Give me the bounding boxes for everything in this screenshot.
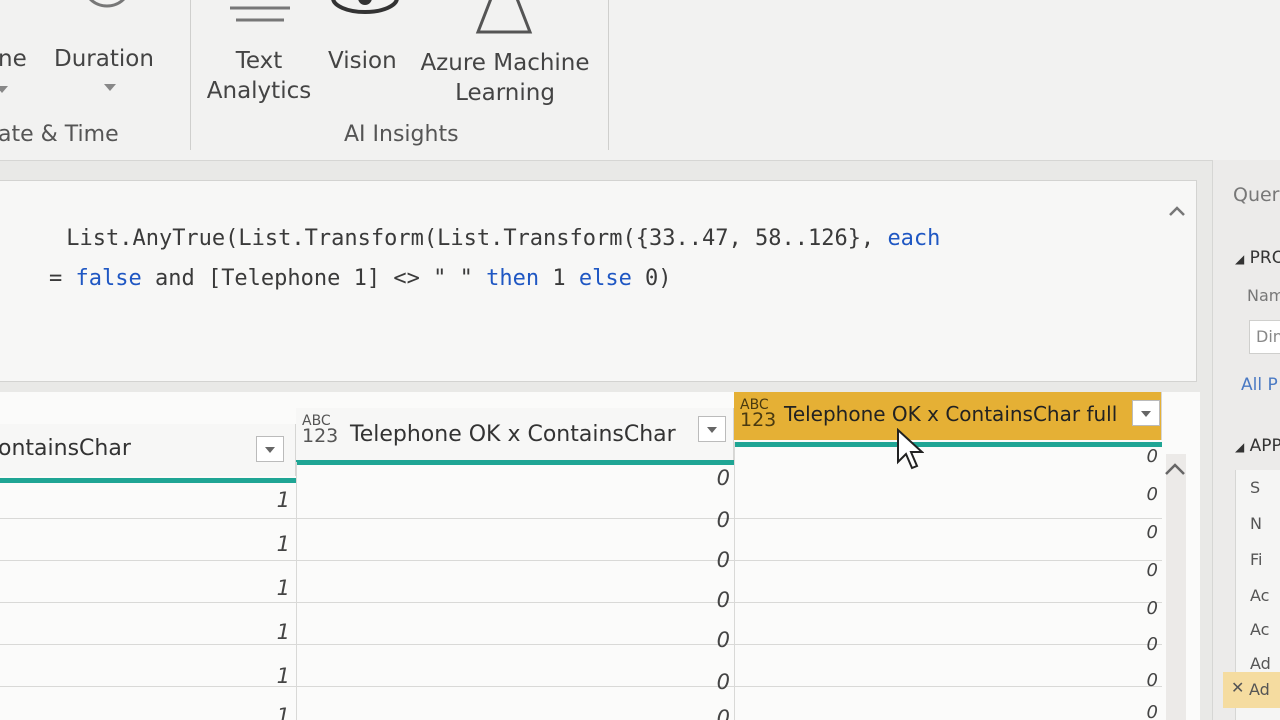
vision-button[interactable]: Vision bbox=[328, 46, 397, 76]
table-cell[interactable]: 0 bbox=[690, 706, 730, 720]
azure-ml-line2: Learning bbox=[455, 80, 555, 106]
formula-bar[interactable]: List.AnyTrue(List.Transform(List.Transfo… bbox=[0, 180, 1197, 382]
table-cell[interactable]: 0 bbox=[1118, 484, 1158, 505]
column-filter-button[interactable] bbox=[698, 416, 726, 442]
divider bbox=[190, 0, 191, 150]
applied-step[interactable]: Fi bbox=[1250, 550, 1262, 569]
formula-text: and [Telephone 1] <> " " bbox=[141, 266, 487, 291]
table-cell[interactable]: 0 bbox=[690, 466, 730, 490]
column-filter-button[interactable] bbox=[256, 436, 284, 462]
selected-applied-step[interactable]: ✕ Ad bbox=[1223, 672, 1280, 708]
column-name: Telephone OK x ContainsChar bbox=[350, 422, 676, 447]
type-badge-bottom: 123 bbox=[740, 409, 777, 431]
formula-keyword: each bbox=[887, 226, 941, 251]
row-divider bbox=[0, 686, 1162, 687]
formula-keyword: false bbox=[75, 266, 142, 291]
duration-icon bbox=[80, 0, 134, 28]
name-label: Nam bbox=[1247, 286, 1280, 305]
duration-button[interactable]: Duration bbox=[54, 44, 154, 74]
all-properties-link[interactable]: All P bbox=[1241, 375, 1278, 395]
column-quality-bar bbox=[734, 442, 1162, 447]
column-quality-bar bbox=[296, 460, 734, 465]
type-any-icon[interactable]: ABC 123 bbox=[302, 414, 339, 447]
applied-steps-label: APPL bbox=[1249, 436, 1280, 456]
mouse-cursor-icon bbox=[896, 427, 925, 476]
data-grid[interactable]: ontainsChar ABC 123 Telephone OK x Conta… bbox=[0, 392, 1200, 720]
table-cell[interactable]: 1 bbox=[250, 576, 290, 600]
table-cell[interactable]: 0 bbox=[1118, 702, 1158, 720]
row-divider bbox=[0, 518, 1162, 519]
table-cell[interactable]: 1 bbox=[250, 488, 290, 512]
formula-text: 1 bbox=[539, 266, 579, 291]
collapse-triangle-icon: ◢ bbox=[1235, 440, 1245, 454]
type-any-icon[interactable]: ABC 123 bbox=[740, 398, 777, 431]
chevron-down-icon[interactable] bbox=[0, 86, 8, 93]
table-cell[interactable]: 0 bbox=[690, 548, 730, 572]
column-header[interactable]: ABC 123 Telephone OK x ContainsChar bbox=[296, 408, 734, 460]
azure-ml-line1: Azure Machine bbox=[420, 50, 590, 76]
text-analytics-icon bbox=[228, 0, 292, 34]
row-divider bbox=[0, 644, 1162, 645]
formula-text: 0) bbox=[631, 266, 672, 291]
text-analytics-button[interactable]: Text Analytics bbox=[206, 46, 312, 106]
applied-step[interactable]: S bbox=[1250, 478, 1260, 497]
column-header[interactable]: ontainsChar bbox=[0, 424, 296, 476]
column-divider bbox=[296, 462, 297, 720]
table-cell[interactable]: 1 bbox=[250, 664, 290, 688]
applied-step[interactable]: Ac bbox=[1250, 586, 1269, 605]
formula-line-2: = false and [Telephone 1] <> " " then 1 … bbox=[0, 241, 672, 316]
column-name: ontainsChar bbox=[0, 436, 131, 461]
table-cell[interactable]: 0 bbox=[690, 508, 730, 532]
group-date-time: ate & Time bbox=[0, 122, 119, 147]
column-name: Telephone OK x ContainsChar full bbox=[784, 402, 1118, 426]
table-cell[interactable]: 0 bbox=[690, 628, 730, 652]
collapse-triangle-icon: ◢ bbox=[1235, 252, 1245, 266]
text-analytics-line2: Analytics bbox=[206, 78, 312, 104]
applied-step[interactable]: Ad bbox=[1250, 654, 1271, 673]
column-header-selected[interactable]: ABC 123 Telephone OK x ContainsChar full bbox=[734, 392, 1162, 440]
formula-keyword: else bbox=[578, 266, 632, 291]
type-badge-bottom: 123 bbox=[302, 425, 339, 447]
divider bbox=[608, 0, 609, 150]
table-cell[interactable]: 0 bbox=[1118, 560, 1158, 581]
formula-text: = bbox=[48, 266, 76, 291]
query-settings-pane: Quer ◢ PRO Nam Din All P ◢ APPL S N Fi A… bbox=[1212, 160, 1280, 720]
applied-step[interactable]: Ac bbox=[1250, 620, 1269, 639]
table-cell[interactable]: 0 bbox=[1118, 522, 1158, 543]
date-part-button[interactable]: ne bbox=[0, 44, 27, 74]
ribbon: ne Duration Text Analytics Vision Azure … bbox=[0, 0, 1280, 161]
column-filter-button[interactable] bbox=[1132, 400, 1160, 426]
azure-ml-icon bbox=[474, 0, 534, 44]
vertical-scrollbar[interactable] bbox=[1166, 454, 1186, 720]
table-cell[interactable]: 0 bbox=[690, 670, 730, 694]
table-cell[interactable]: 0 bbox=[690, 588, 730, 612]
vision-icon bbox=[330, 0, 400, 24]
table-cell[interactable]: 0 bbox=[1118, 446, 1158, 467]
table-cell[interactable]: 1 bbox=[250, 704, 290, 720]
applied-step-label: Ad bbox=[1249, 680, 1270, 699]
table-cell[interactable]: 0 bbox=[1118, 598, 1158, 619]
name-field[interactable]: Din bbox=[1249, 320, 1280, 354]
table-cell[interactable]: 0 bbox=[1118, 670, 1158, 691]
text-analytics-line1: Text bbox=[235, 48, 283, 74]
collapse-formula-icon[interactable] bbox=[1168, 201, 1186, 222]
query-settings-title: Quer bbox=[1233, 184, 1280, 206]
row-divider bbox=[0, 602, 1162, 603]
table-cell[interactable]: 1 bbox=[250, 532, 290, 556]
properties-header[interactable]: ◢ PRO bbox=[1235, 248, 1280, 268]
table-cell[interactable]: 1 bbox=[250, 620, 290, 644]
applied-steps-header[interactable]: ◢ APPL bbox=[1235, 436, 1280, 456]
group-ai-insights: AI Insights bbox=[344, 122, 459, 147]
column-quality-bar bbox=[0, 478, 296, 483]
row-divider bbox=[0, 560, 1162, 561]
scroll-up-icon[interactable] bbox=[1164, 460, 1186, 481]
properties-label: PRO bbox=[1249, 248, 1280, 268]
column-divider bbox=[734, 442, 735, 720]
azure-ml-button[interactable]: Azure Machine Learning bbox=[420, 48, 590, 108]
applied-step[interactable]: N bbox=[1250, 514, 1262, 533]
chevron-down-icon[interactable] bbox=[104, 84, 116, 91]
delete-step-icon[interactable]: ✕ bbox=[1231, 678, 1244, 697]
table-cell[interactable]: 0 bbox=[1118, 634, 1158, 655]
formula-keyword: then bbox=[486, 266, 540, 291]
